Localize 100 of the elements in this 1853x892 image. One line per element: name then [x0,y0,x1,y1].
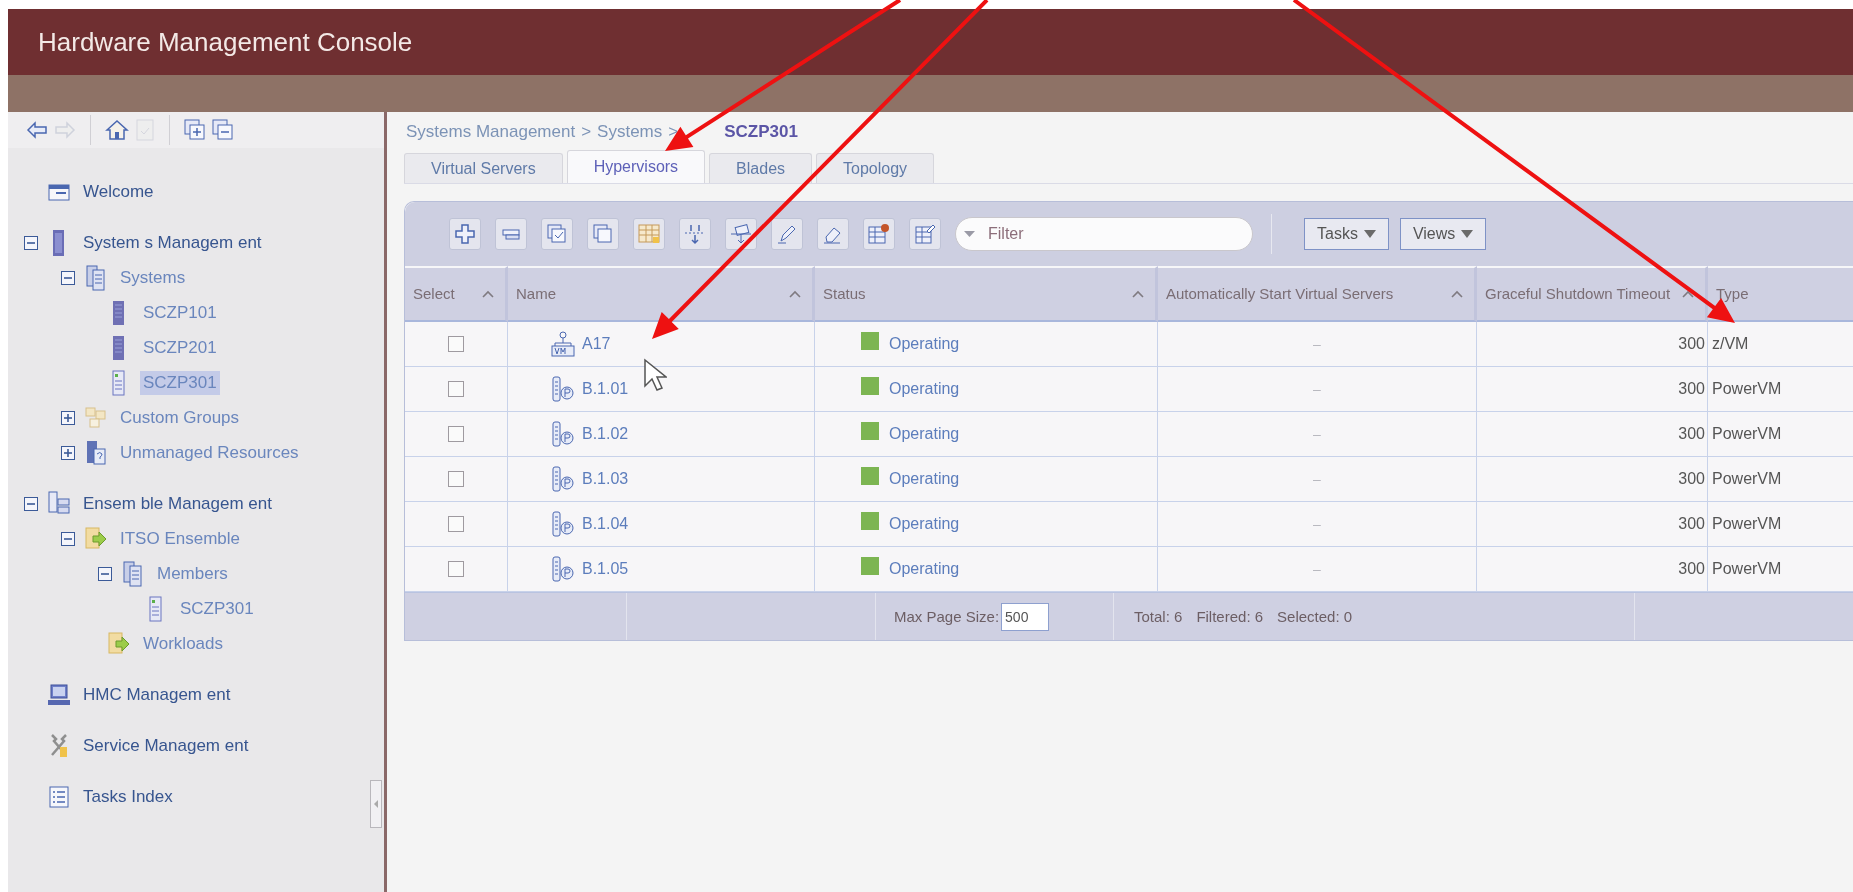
checkbox[interactable] [448,426,464,442]
breadcrumb-link[interactable]: Systems [597,122,663,142]
empty-value: – [1313,381,1321,397]
toolbar-button[interactable] [495,218,527,250]
tree-item[interactable]: Unmanaged Resources [117,440,302,465]
sort-icon [1450,289,1464,299]
collapse-toggle[interactable] [24,496,38,511]
table-cell: PowerVM [1712,560,1782,578]
list-icon [48,783,70,810]
toolbar-button[interactable] [771,218,803,250]
server-name-link[interactable]: B.1.02 [582,425,629,443]
copy-check-icon [545,222,569,246]
toolbar-button[interactable] [449,218,481,250]
group-icon [85,404,107,431]
checkbox[interactable] [448,336,464,352]
collapse-toggle[interactable] [98,566,112,581]
column-header[interactable]: Graceful Shutdown Timeout [1477,266,1708,322]
tree-item[interactable]: System s Managem ent [80,230,265,255]
workload-icon [108,630,130,657]
expand-toggle[interactable] [61,410,75,425]
collapse-handle[interactable] [370,780,382,828]
menu-button[interactable]: Tasks [1304,218,1389,250]
column-header[interactable]: Select [405,266,508,322]
collapse-toggle[interactable] [61,531,75,546]
table-cell: 300 [1678,335,1705,353]
plus-icon [453,222,477,246]
empty-value: – [1313,471,1321,487]
blade-icon [550,511,576,537]
question-server-icon [85,439,107,466]
checkbox[interactable] [448,561,464,577]
toolbar-button[interactable] [587,218,619,250]
empty-value: – [1313,336,1321,352]
window-title: Hardware Management Console [38,26,413,58]
tab[interactable]: Virtual Servers [404,153,563,183]
blade-icon [550,556,576,582]
collapse-all-icon[interactable] [212,119,234,141]
tree-item[interactable]: SCZP301 [140,370,220,395]
table-cell: PowerVM [1712,470,1782,488]
column-header[interactable]: Automatically Start Virtual Servers [1158,266,1477,322]
toolbar-button[interactable] [863,218,895,250]
toolbar-button[interactable] [909,218,941,250]
server-name-link[interactable]: B.1.03 [582,470,629,488]
toolbar-button[interactable] [679,218,711,250]
tree-item[interactable]: Systems [117,265,189,290]
tree-item[interactable]: SCZP101 [140,300,220,325]
back-icon[interactable] [26,121,48,139]
server-name-link[interactable]: A17 [582,335,611,353]
tree-item[interactable]: Ensem ble Managem ent [80,491,275,516]
column-header[interactable]: Type [1708,266,1853,322]
filter-field[interactable]: Filter [955,217,1253,251]
checkbox[interactable] [448,381,464,397]
toolbar-button[interactable] [817,218,849,250]
breadcrumb-link[interactable]: Systems Management [406,122,576,142]
table-gear-icon [867,222,891,246]
tree-item[interactable]: Welcome [80,179,157,204]
page-size-field[interactable]: 500 [1001,602,1050,631]
sort-icon [481,289,495,299]
checkbox[interactable] [448,471,464,487]
tree-item[interactable]: Service Managem ent [80,733,252,758]
column-header[interactable]: Name [508,266,815,322]
tree-item[interactable]: HMC Managem ent [80,682,234,707]
status-text: Operating [889,335,960,353]
server-name-link[interactable]: B.1.01 [582,380,629,398]
tree-item[interactable]: SCZP201 [140,335,220,360]
tab[interactable]: Topology [816,153,935,183]
server-name-link[interactable]: B.1.05 [582,560,629,578]
table-cell: 300 [1678,515,1705,533]
home-icon[interactable] [105,118,129,142]
table-cell: 300 [1678,560,1705,578]
table-cell: 300 [1678,380,1705,398]
menu-button[interactable]: Views [1399,218,1487,250]
column-header[interactable]: Status [815,266,1158,322]
server-name-link[interactable]: B.1.04 [582,515,629,533]
sort-icon [1681,289,1695,299]
caret-icon [1363,230,1376,238]
status-text: Operating [889,515,960,533]
status-text: Operating [889,560,960,578]
toolbar-button[interactable] [541,218,573,250]
table-cell: PowerVM [1712,515,1782,533]
tree-item[interactable]: SCZP301 [177,596,257,621]
tree-item[interactable]: ITSO Ensemble [117,526,243,551]
vm-icon [550,331,576,357]
check-document-icon[interactable] [135,118,155,142]
collapse-toggle[interactable] [61,270,75,285]
collapse-toggle[interactable] [24,235,38,250]
tree-item[interactable]: Tasks Index [80,784,176,809]
tab[interactable]: Blades [709,153,813,183]
checkbox[interactable] [448,516,464,532]
empty-value: – [1313,426,1321,442]
expand-all-icon[interactable] [184,119,206,141]
expand-toggle[interactable] [61,445,75,460]
tab[interactable]: Hypervisors [566,150,706,183]
tree-item[interactable]: Workloads [140,631,226,656]
table-edit-icon [913,222,937,246]
tree-item[interactable]: Custom Groups [117,405,243,430]
tree-item[interactable]: Members [154,561,231,586]
toolbar-button[interactable] [725,218,757,250]
caret-icon [1461,230,1474,238]
caret-icon [964,231,975,237]
table-cell: z/VM [1712,335,1749,353]
